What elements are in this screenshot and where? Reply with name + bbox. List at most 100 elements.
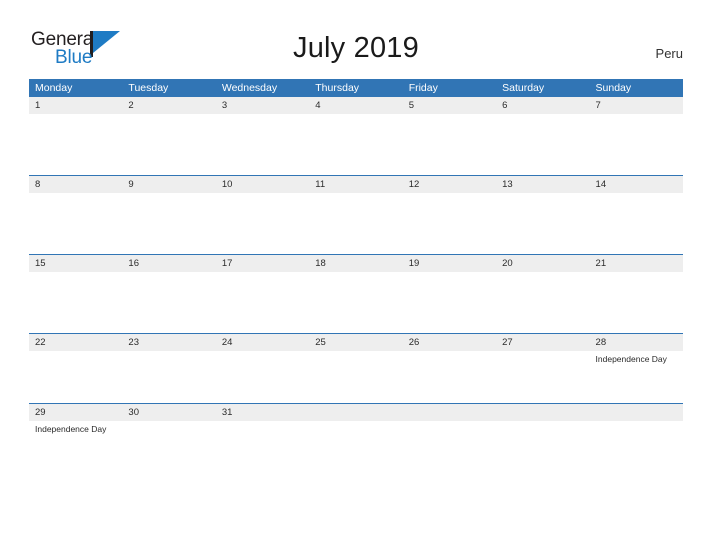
event-cell — [496, 351, 589, 365]
weekday-tuesday: Tuesday — [128, 82, 169, 94]
week-row: 15 16 17 18 19 20 21 — [29, 254, 683, 333]
page-title: July 2019 — [293, 32, 419, 64]
event-band: Independence Day — [29, 351, 683, 365]
date-cell[interactable]: 16 — [122, 255, 215, 272]
event-cell — [29, 272, 122, 283]
date-cell[interactable]: 20 — [496, 255, 589, 272]
country-label: Peru — [655, 46, 683, 61]
date-band: 8 9 10 11 12 13 14 — [29, 176, 683, 193]
event-cell — [403, 351, 496, 365]
date-cell[interactable]: 29 — [29, 404, 122, 421]
week-row: 1 2 3 4 5 6 7 — [29, 97, 683, 175]
week-body-fill — [29, 125, 683, 175]
calendar-grid: Monday Tuesday Wednesday Thursday Friday… — [29, 79, 683, 473]
event-cell — [29, 193, 122, 204]
event-cell — [216, 272, 309, 283]
date-cell[interactable]: 30 — [122, 404, 215, 421]
event-cell — [496, 193, 589, 204]
event-band — [29, 193, 683, 204]
weekday-saturday: Saturday — [502, 82, 545, 94]
date-band: 22 23 24 25 26 27 28 — [29, 334, 683, 351]
date-cell[interactable]: 11 — [309, 176, 402, 193]
date-cell[interactable]: 3 — [216, 97, 309, 114]
weekday-header-row: Monday Tuesday Wednesday Thursday Friday… — [29, 79, 683, 97]
event-cell — [29, 114, 122, 125]
date-cell[interactable]: 22 — [29, 334, 122, 351]
event-cell — [216, 421, 309, 435]
date-cell[interactable]: 31 — [216, 404, 309, 421]
date-cell[interactable]: 17 — [216, 255, 309, 272]
date-cell[interactable]: 8 — [29, 176, 122, 193]
week-body-fill — [29, 365, 683, 403]
date-cell[interactable]: 23 — [122, 334, 215, 351]
date-band: 15 16 17 18 19 20 21 — [29, 255, 683, 272]
event-cell — [403, 193, 496, 204]
event-cell — [496, 114, 589, 125]
event-cell — [590, 114, 683, 125]
event-cell — [122, 272, 215, 283]
event-cell — [403, 114, 496, 125]
week-body-fill — [29, 283, 683, 333]
event-band — [29, 272, 683, 283]
date-band: 1 2 3 4 5 6 7 — [29, 97, 683, 114]
date-cell[interactable]: 19 — [403, 255, 496, 272]
event-cell — [403, 421, 496, 435]
event-cell — [496, 421, 589, 435]
week-row: 29 30 31 Independence Day — [29, 403, 683, 473]
event-cell — [216, 193, 309, 204]
event-band — [29, 114, 683, 125]
date-cell[interactable]: 12 — [403, 176, 496, 193]
date-cell[interactable]: 7 — [590, 97, 683, 114]
event-cell — [309, 193, 402, 204]
event-cell — [590, 421, 683, 435]
date-cell[interactable]: 4 — [309, 97, 402, 114]
page-header: General Blue July 2019 Peru — [0, 0, 712, 78]
weekday-wednesday: Wednesday — [221, 82, 278, 94]
date-cell[interactable]: 6 — [496, 97, 589, 114]
date-cell[interactable]: 24 — [216, 334, 309, 351]
event-cell-holiday: Independence Day — [35, 424, 107, 434]
event-cell — [122, 114, 215, 125]
date-cell[interactable]: 18 — [309, 255, 402, 272]
weekday-thursday: Thursday — [315, 82, 360, 94]
date-cell — [403, 404, 496, 421]
date-band: 29 30 31 — [29, 404, 683, 421]
event-band: Independence Day — [29, 421, 683, 435]
week-body-fill — [29, 435, 683, 473]
date-cell[interactable]: 25 — [309, 334, 402, 351]
event-cell — [122, 351, 215, 365]
date-cell[interactable]: 28 — [590, 334, 683, 351]
date-cell[interactable]: 13 — [496, 176, 589, 193]
weekday-friday: Friday — [408, 82, 438, 94]
event-cell — [122, 193, 215, 204]
event-cell — [496, 272, 589, 283]
date-cell — [309, 404, 402, 421]
week-row: 8 9 10 11 12 13 14 — [29, 175, 683, 254]
event-cell — [216, 351, 309, 365]
date-cell[interactable]: 27 — [496, 334, 589, 351]
date-cell — [590, 404, 683, 421]
date-cell[interactable]: 1 — [29, 97, 122, 114]
date-cell[interactable]: 15 — [29, 255, 122, 272]
event-cell — [403, 272, 496, 283]
weekday-monday: Monday — [35, 82, 73, 94]
event-cell — [590, 272, 683, 283]
event-cell — [309, 351, 402, 365]
date-cell[interactable]: 5 — [403, 97, 496, 114]
event-cell — [216, 114, 309, 125]
event-cell — [309, 272, 402, 283]
date-cell — [496, 404, 589, 421]
date-cell[interactable]: 10 — [216, 176, 309, 193]
date-cell[interactable]: 14 — [590, 176, 683, 193]
week-body-fill — [29, 204, 683, 254]
event-cell — [309, 114, 402, 125]
week-row: 22 23 24 25 26 27 28 Independence Day — [29, 333, 683, 403]
event-cell — [122, 421, 215, 435]
date-cell[interactable]: 26 — [403, 334, 496, 351]
date-cell[interactable]: 2 — [122, 97, 215, 114]
weekday-sunday: Sunday — [595, 82, 632, 94]
event-cell-holiday: Independence Day — [595, 354, 667, 364]
date-cell[interactable]: 21 — [590, 255, 683, 272]
date-cell[interactable]: 9 — [122, 176, 215, 193]
event-cell — [590, 193, 683, 204]
